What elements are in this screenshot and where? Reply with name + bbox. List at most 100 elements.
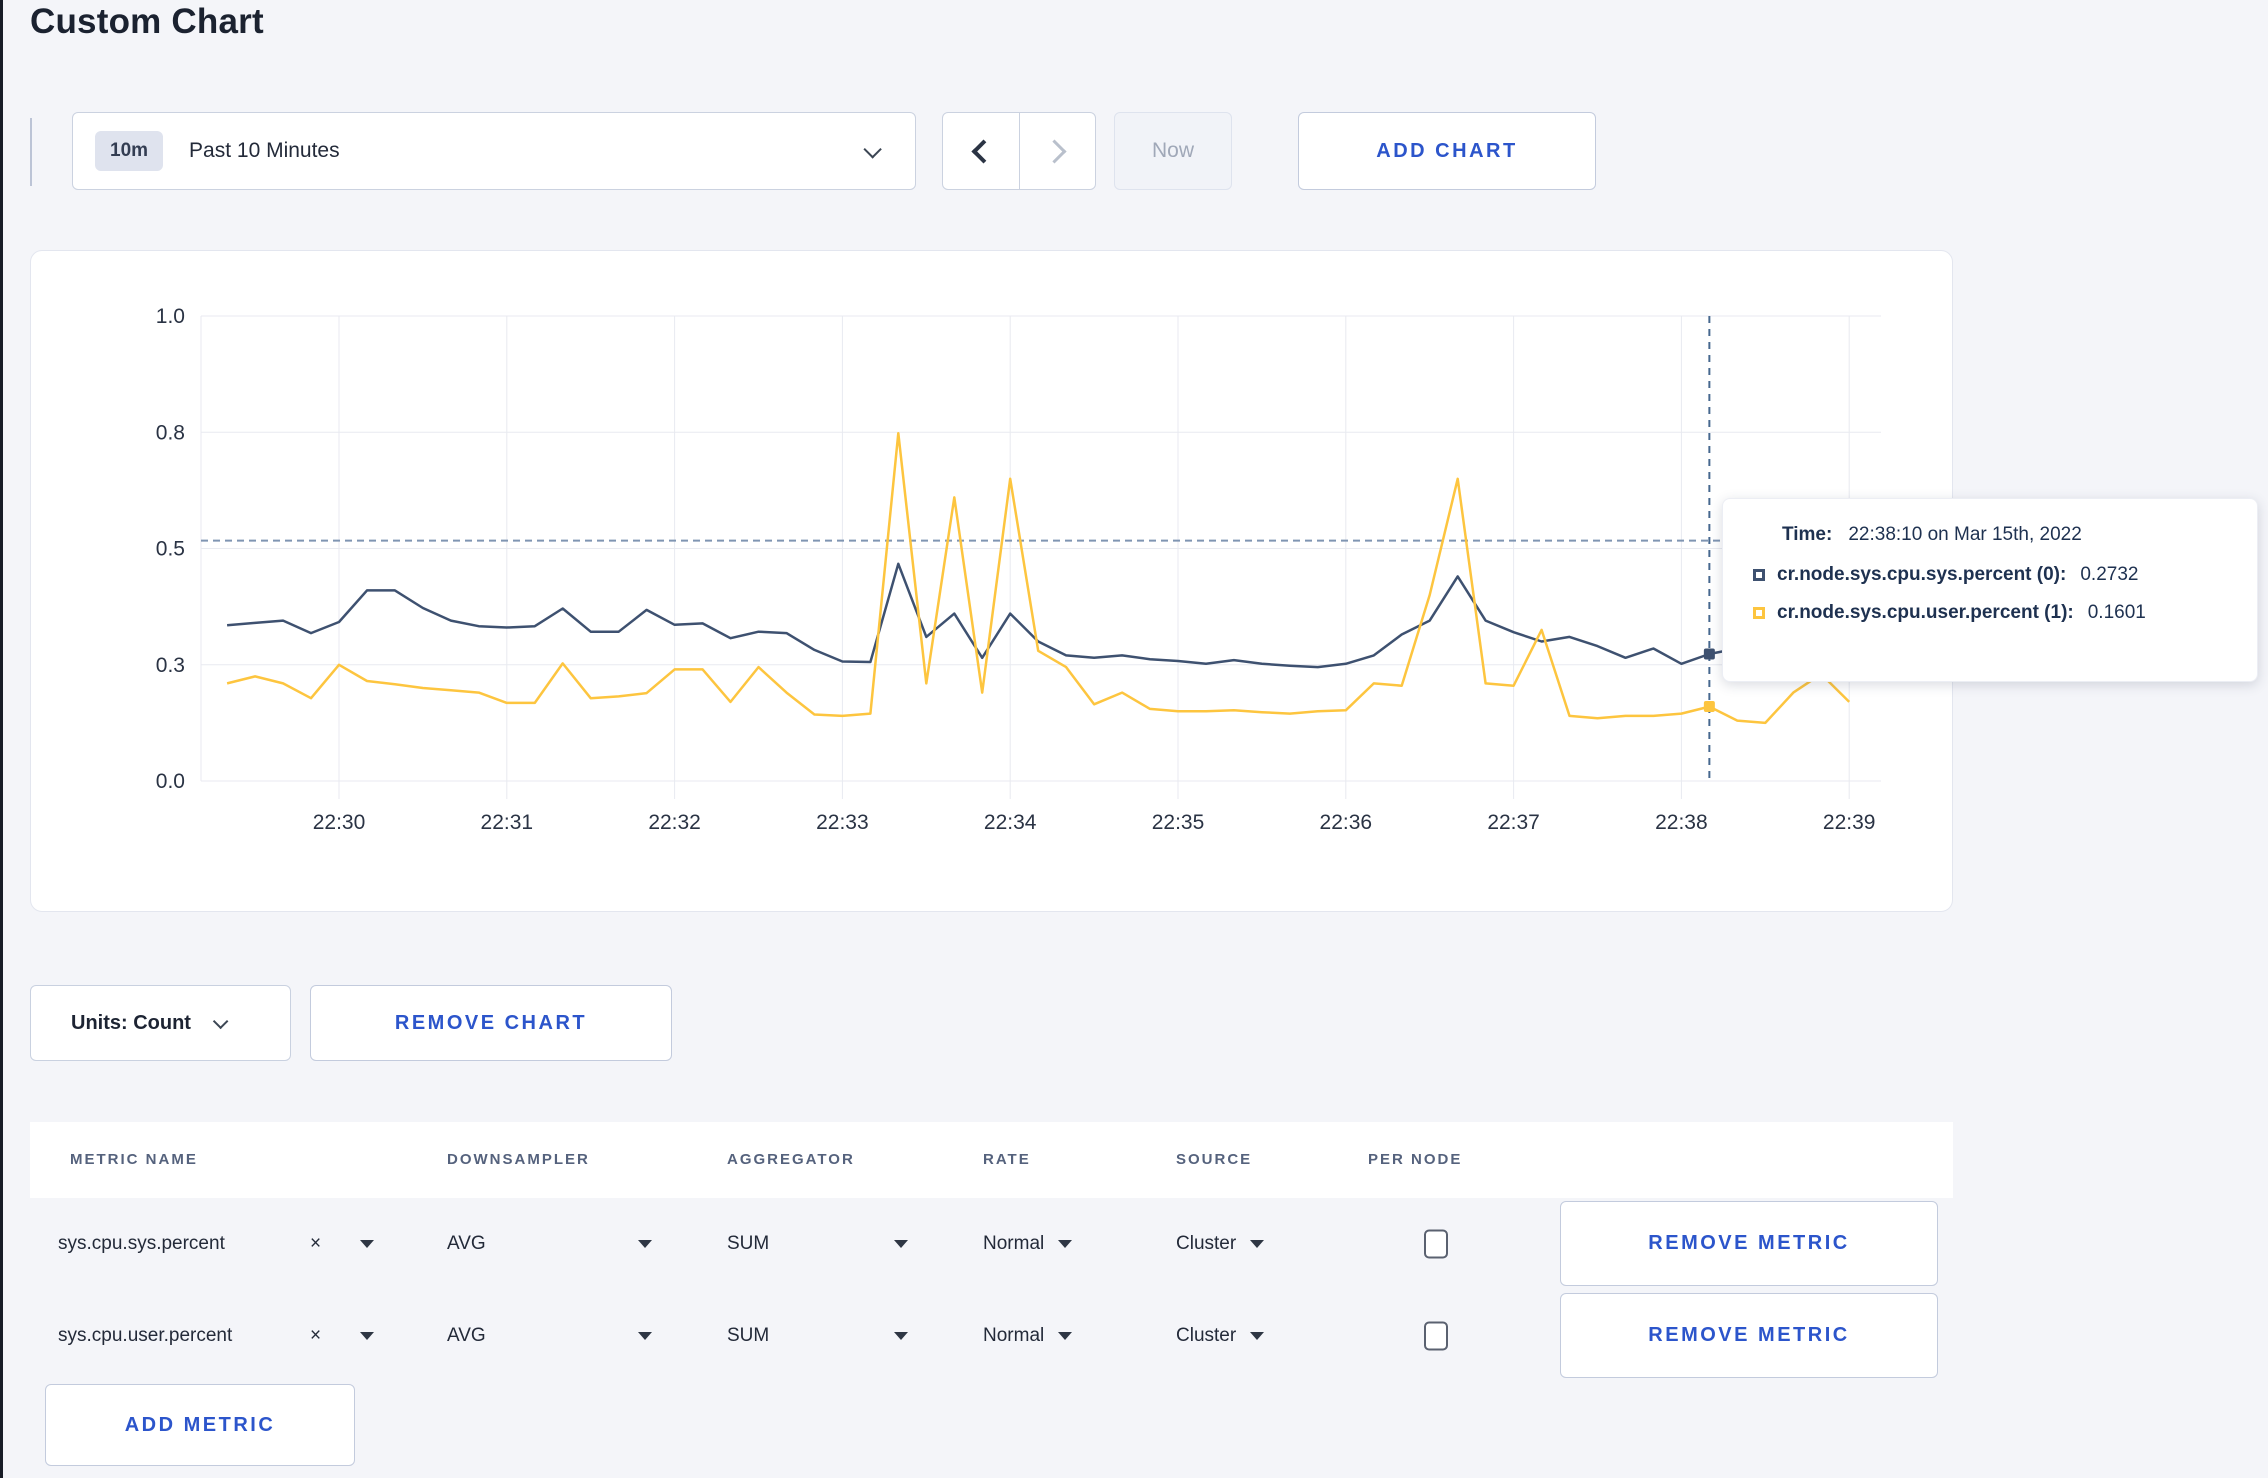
metric-name-label: sys.cpu.sys.percent	[58, 1233, 225, 1254]
source-label: Cluster	[1176, 1233, 1237, 1254]
source-label: Cluster	[1176, 1325, 1237, 1346]
column-header-per-node: PER NODE	[1368, 1151, 1463, 1168]
aggregator-select[interactable]: SUM	[727, 1290, 769, 1382]
downsampler-caret[interactable]	[638, 1198, 652, 1290]
time-range-divider	[30, 118, 32, 186]
chevron-down-icon	[863, 139, 882, 159]
caret-down-icon	[638, 1240, 652, 1248]
tooltip-series-user-label: cr.node.sys.cpu.user.percent (1):	[1777, 602, 2074, 623]
now-button[interactable]: Now	[1114, 112, 1232, 190]
y-tick-label: 0.5	[156, 538, 185, 561]
series-sys-swatch-icon	[1753, 569, 1765, 581]
clear-metric-icon[interactable]: ×	[310, 1198, 321, 1290]
column-header-rate: RATE	[983, 1151, 1031, 1168]
downsampler-label: AVG	[447, 1233, 486, 1254]
column-header-downsampler: DOWNSAMPLER	[447, 1151, 590, 1168]
caret-down-icon	[1250, 1332, 1265, 1340]
units-label: Units: Count	[71, 1011, 191, 1034]
caret-down-icon	[894, 1240, 908, 1248]
x-tick-label: 22:31	[481, 811, 534, 834]
time-range-badge: 10m	[95, 131, 164, 171]
next-range-button[interactable]	[1020, 113, 1096, 189]
metric-name-select[interactable]: sys.cpu.sys.percent	[58, 1198, 225, 1290]
tooltip-series-sys-value: 0.2732	[2080, 564, 2139, 585]
aggregator-label: SUM	[727, 1325, 770, 1346]
caret-down-icon	[360, 1240, 374, 1248]
downsampler-label: AVG	[447, 1325, 486, 1346]
metrics-table-header: METRIC NAME DOWNSAMPLER AGGREGATOR RATE …	[30, 1122, 1953, 1198]
series-line-user	[226, 431, 1851, 725]
chevron-left-icon	[971, 138, 996, 164]
column-header-source: SOURCE	[1176, 1151, 1253, 1168]
metric-name-caret[interactable]	[360, 1198, 374, 1290]
source-select[interactable]: Cluster	[1176, 1290, 1265, 1382]
per-node-checkbox[interactable]	[1424, 1321, 1448, 1351]
tooltip-series-row: cr.node.sys.cpu.sys.percent (0): 0.2732	[1753, 564, 2233, 586]
remove-metric-button[interactable]: REMOVE METRIC	[1560, 1293, 1938, 1378]
chart-card: 0.0 0.3 0.5 0.8 1.0 22:30 22:31 22:32 22:33 22:34…	[30, 250, 1953, 912]
y-tick-label: 0.8	[156, 421, 185, 444]
tooltip-time-value: 22:38:10 on Mar 15th, 2022	[1848, 524, 2082, 545]
metric-name-select[interactable]: sys.cpu.user.percent	[58, 1290, 232, 1382]
units-select[interactable]: Units: Count	[30, 985, 291, 1061]
prev-range-button[interactable]	[943, 113, 1020, 189]
x-tick-label: 22:30	[313, 811, 366, 834]
aggregator-label: SUM	[727, 1233, 770, 1254]
rate-label: Normal	[983, 1325, 1045, 1346]
chevron-right-icon	[1042, 138, 1067, 164]
crosshair-point-sys	[1703, 648, 1715, 660]
tooltip-time-row: Time: 22:38:10 on Mar 15th, 2022	[1782, 524, 2233, 546]
series-user-swatch-icon	[1753, 607, 1765, 619]
chart-svg[interactable]: 0.0 0.3 0.5 0.8 1.0 22:30 22:31 22:32 22:33 22:34…	[31, 251, 1954, 913]
x-tick-label: 22:39	[1823, 811, 1876, 834]
caret-down-icon	[894, 1332, 908, 1340]
metric-row: sys.cpu.sys.percent × AVG SUM Normal Clu…	[30, 1198, 1953, 1290]
metric-row: sys.cpu.user.percent × AVG SUM Normal Cl…	[30, 1290, 1953, 1382]
downsampler-select[interactable]: AVG	[447, 1290, 486, 1382]
y-tick-label: 1.0	[156, 305, 185, 328]
x-tick-label: 22:36	[1320, 811, 1373, 834]
caret-down-icon	[1058, 1332, 1073, 1340]
rate-select[interactable]: Normal	[983, 1198, 1073, 1290]
rate-label: Normal	[983, 1233, 1045, 1254]
column-header-aggregator: AGGREGATOR	[727, 1151, 855, 1168]
time-range-select[interactable]: 10m Past 10 Minutes	[72, 112, 916, 190]
aggregator-caret[interactable]	[894, 1290, 908, 1382]
x-tick-label: 22:37	[1487, 811, 1540, 834]
x-tick-label: 22:32	[648, 811, 701, 834]
caret-down-icon	[1250, 1240, 1265, 1248]
chart-tooltip: Time: 22:38:10 on Mar 15th, 2022 cr.node.…	[1722, 498, 2258, 682]
tooltip-series-sys-label: cr.node.sys.cpu.sys.percent (0):	[1777, 564, 2067, 585]
chevron-down-icon	[212, 1013, 229, 1029]
y-tick-label: 0.3	[156, 654, 185, 677]
time-range-label: Past 10 Minutes	[189, 139, 340, 162]
aggregator-select[interactable]: SUM	[727, 1198, 769, 1290]
add-chart-button[interactable]: ADD CHART	[1298, 112, 1596, 190]
downsampler-select[interactable]: AVG	[447, 1198, 486, 1290]
clear-metric-icon[interactable]: ×	[310, 1290, 321, 1382]
x-tick-label: 22:35	[1152, 811, 1205, 834]
add-metric-button[interactable]: ADD METRIC	[45, 1384, 355, 1466]
tooltip-series-row: cr.node.sys.cpu.user.percent (1): 0.1601	[1753, 602, 2233, 624]
left-edge-strip	[0, 0, 3, 1478]
x-tick-label: 22:34	[984, 811, 1037, 834]
page-title: Custom Chart	[30, 2, 264, 41]
aggregator-caret[interactable]	[894, 1198, 908, 1290]
column-header-metric-name: METRIC NAME	[70, 1151, 198, 1168]
rate-select[interactable]: Normal	[983, 1290, 1073, 1382]
crosshair-point-user	[1703, 701, 1715, 713]
caret-down-icon	[360, 1332, 374, 1340]
x-tick-label: 22:33	[816, 811, 869, 834]
metric-name-caret[interactable]	[360, 1290, 374, 1382]
tooltip-series-user-value: 0.1601	[2087, 602, 2146, 623]
per-node-checkbox[interactable]	[1424, 1229, 1448, 1259]
caret-down-icon	[1058, 1240, 1073, 1248]
tooltip-time-label: Time:	[1782, 524, 1833, 545]
y-tick-label: 0.0	[156, 770, 185, 793]
remove-metric-button[interactable]: REMOVE METRIC	[1560, 1201, 1938, 1286]
time-pager	[942, 112, 1096, 190]
caret-down-icon	[638, 1332, 652, 1340]
downsampler-caret[interactable]	[638, 1290, 652, 1382]
source-select[interactable]: Cluster	[1176, 1198, 1265, 1290]
remove-chart-button[interactable]: REMOVE CHART	[310, 985, 672, 1061]
